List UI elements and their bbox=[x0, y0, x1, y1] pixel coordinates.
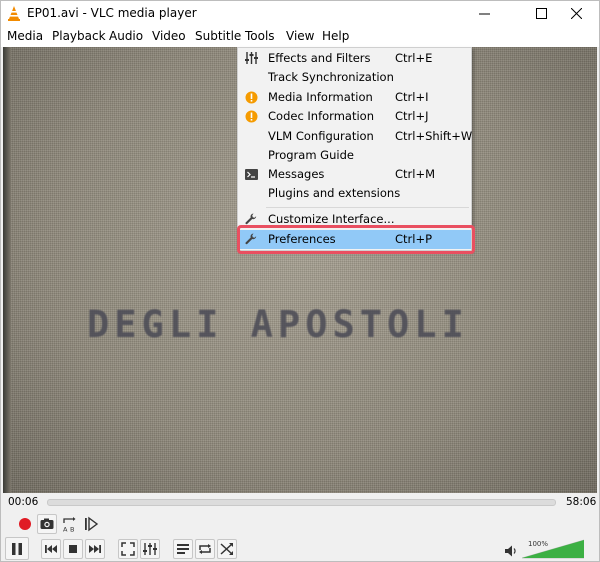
menu-tools[interactable]: Tools bbox=[245, 29, 275, 43]
preferences-callout-frame bbox=[237, 225, 475, 254]
video-frame-text: DEGLI APOSTOLI bbox=[87, 303, 469, 346]
record-icon bbox=[19, 518, 31, 530]
menu-item-label: Messages bbox=[268, 167, 325, 181]
record-button[interactable] bbox=[15, 514, 35, 534]
menu-item-codec-information[interactable]: Codec Information Ctrl+J bbox=[238, 107, 471, 126]
menu-item-label: Codec Information bbox=[268, 109, 374, 123]
loop-ab-button[interactable]: AB bbox=[59, 514, 79, 534]
stop-icon bbox=[69, 545, 77, 553]
loop-ab-icon: AB bbox=[63, 517, 76, 533]
menu-video[interactable]: Video bbox=[152, 29, 186, 43]
seek-slider[interactable] bbox=[47, 499, 556, 506]
volume-percent-label: 100% bbox=[528, 540, 549, 548]
close-button[interactable] bbox=[553, 1, 599, 26]
speaker-icon[interactable] bbox=[504, 544, 518, 558]
previous-button[interactable] bbox=[41, 539, 61, 559]
extended-settings-button[interactable] bbox=[140, 539, 160, 559]
close-icon bbox=[570, 8, 582, 19]
menu-item-label: Track Synchronization bbox=[268, 70, 394, 84]
video-frame-edge bbox=[3, 47, 11, 493]
menu-item-shortcut: Ctrl+J bbox=[395, 109, 429, 123]
menu-playback[interactable]: Playback bbox=[52, 29, 106, 43]
menu-item-program-guide[interactable]: Program Guide bbox=[238, 146, 471, 165]
menu-item-label: VLM Configuration bbox=[268, 129, 374, 143]
menu-item-track-synchronization[interactable]: Track Synchronization bbox=[238, 68, 471, 87]
svg-text:B: B bbox=[70, 526, 74, 533]
frame-step-button[interactable] bbox=[81, 514, 101, 534]
svg-text:A: A bbox=[63, 526, 68, 533]
menu-separator bbox=[266, 207, 469, 208]
playlist-icon bbox=[177, 544, 189, 554]
next-icon bbox=[89, 545, 101, 553]
minimize-button[interactable] bbox=[461, 1, 507, 26]
menu-item-label: Plugins and extensions bbox=[268, 186, 401, 200]
menu-item-label: Program Guide bbox=[268, 148, 354, 162]
minimize-icon bbox=[478, 13, 490, 15]
menu-item-shortcut: Ctrl+E bbox=[395, 51, 433, 65]
menu-item-vlm-configuration[interactable]: VLM Configuration Ctrl+Shift+W bbox=[238, 127, 473, 146]
menu-item-label: Customize Interface... bbox=[268, 212, 395, 226]
menu-item-label: Media Information bbox=[268, 90, 373, 104]
menu-view[interactable]: View bbox=[286, 29, 314, 43]
extended-settings-icon bbox=[143, 543, 157, 555]
vlc-cone-icon bbox=[8, 6, 20, 21]
info-icon bbox=[244, 109, 258, 123]
menu-item-shortcut: Ctrl+M bbox=[395, 167, 436, 181]
previous-icon bbox=[45, 545, 57, 553]
frame-step-icon bbox=[85, 516, 99, 532]
elapsed-time: 00:06 bbox=[8, 496, 39, 508]
menu-item-media-information[interactable]: Media Information Ctrl+I bbox=[238, 88, 471, 107]
menu-item-shortcut: Ctrl+I bbox=[395, 90, 429, 104]
wrench-icon bbox=[244, 212, 258, 226]
fullscreen-button[interactable] bbox=[118, 539, 138, 559]
stop-button[interactable] bbox=[63, 539, 83, 559]
loop-icon bbox=[199, 544, 211, 554]
snapshot-icon bbox=[40, 518, 54, 529]
tools-menu-dropdown: Effects and Filters Ctrl+E Track Synchro… bbox=[237, 47, 472, 251]
window-title: EP01.avi - VLC media player bbox=[27, 6, 197, 20]
maximize-icon bbox=[535, 8, 547, 19]
total-time: 58:06 bbox=[566, 496, 597, 508]
info-icon bbox=[244, 90, 258, 104]
fullscreen-icon bbox=[121, 542, 135, 556]
snapshot-button[interactable] bbox=[37, 514, 57, 534]
vlc-window: EP01.avi - VLC media player Media Playba… bbox=[0, 0, 600, 562]
menu-item-messages[interactable]: Messages Ctrl+M bbox=[238, 165, 471, 184]
menu-item-label: Effects and Filters bbox=[268, 51, 371, 65]
loop-button[interactable] bbox=[195, 539, 215, 559]
menu-item-effects-and-filters[interactable]: Effects and Filters Ctrl+E bbox=[238, 49, 471, 68]
seek-bar: 00:06 58:06 bbox=[1, 493, 599, 511]
menu-subtitle[interactable]: Subtitle bbox=[195, 29, 241, 43]
shuffle-button[interactable] bbox=[217, 539, 237, 559]
menu-media[interactable]: Media bbox=[7, 29, 43, 43]
menu-audio[interactable]: Audio bbox=[109, 29, 143, 43]
title-bar: EP01.avi - VLC media player bbox=[1, 1, 599, 26]
menu-item-shortcut: Ctrl+Shift+W bbox=[395, 129, 473, 143]
pause-button[interactable] bbox=[5, 537, 29, 560]
menu-bar: Media Playback Audio Video Subtitle Tool… bbox=[1, 26, 599, 47]
menu-item-plugins-and-extensions[interactable]: Plugins and extensions bbox=[238, 184, 471, 203]
terminal-icon bbox=[244, 167, 258, 181]
playlist-button[interactable] bbox=[173, 539, 193, 559]
menu-help[interactable]: Help bbox=[322, 29, 349, 43]
next-button[interactable] bbox=[85, 539, 105, 559]
pause-icon bbox=[12, 542, 22, 555]
shuffle-icon bbox=[220, 543, 233, 555]
equalizer-icon bbox=[244, 51, 258, 65]
